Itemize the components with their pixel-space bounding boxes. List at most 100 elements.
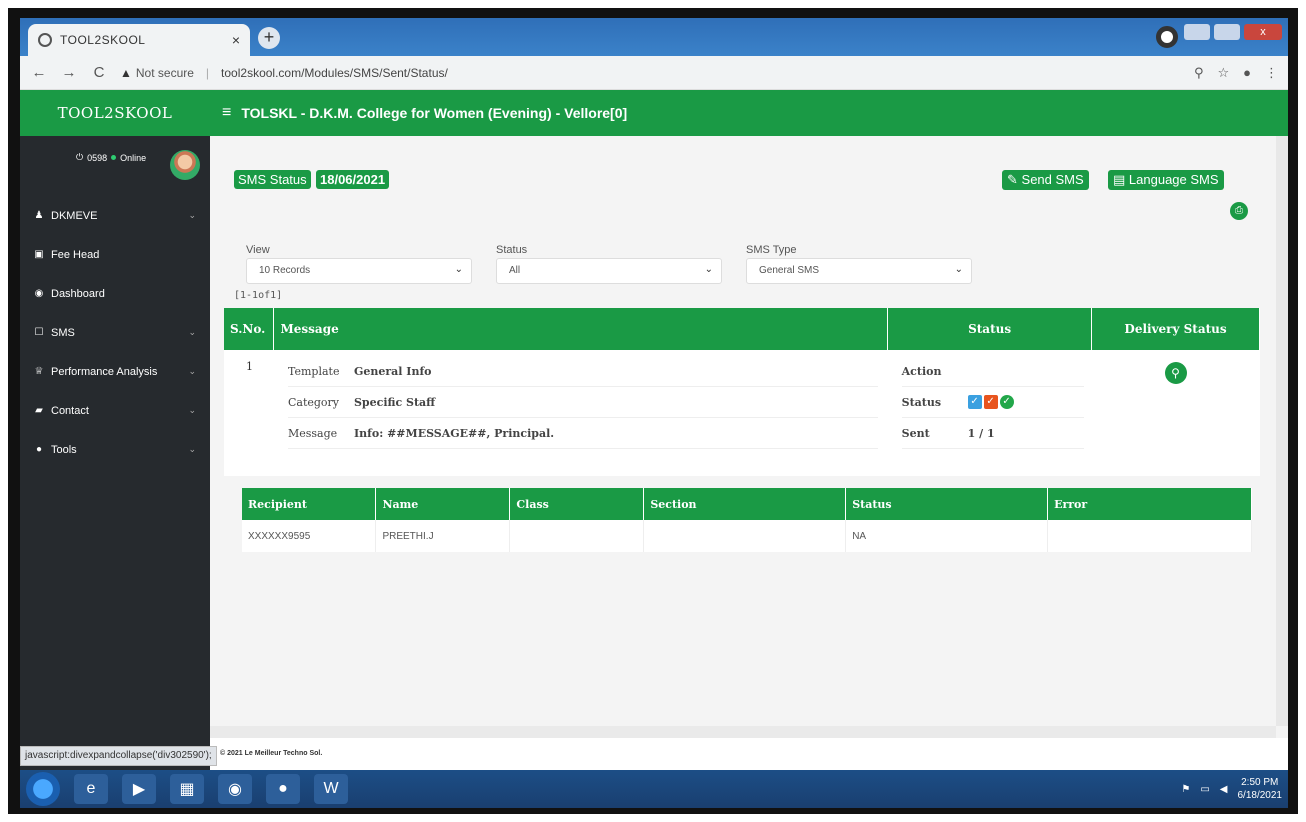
sms-icon: ☐	[34, 327, 44, 338]
chrome-icon[interactable]: ◉	[218, 774, 252, 804]
copyright-text: © 2021 Le Meilleur Techno Sol.	[220, 750, 323, 757]
clock-date: 6/18/2021	[1237, 790, 1283, 801]
sent-row: Sent 1 / 1	[901, 418, 1084, 449]
network-icon[interactable]: ▭	[1200, 784, 1209, 795]
cell-recipient: XXXXXX9595	[242, 520, 377, 552]
start-button[interactable]	[26, 772, 60, 806]
action-label: Action	[901, 364, 942, 378]
volume-icon[interactable]: ◀	[1220, 784, 1228, 795]
user-id: 0598	[87, 152, 108, 163]
tab-title: TOOL2SKOOL	[60, 33, 146, 47]
category-row: Category Specific Staff	[287, 387, 878, 418]
print-icon[interactable]: ⎙	[1230, 202, 1248, 220]
taskbar: e ▶ ▦ ◉ ● W ⚑ ▭ ◀ 2:50 PM 6/18/2021	[20, 770, 1288, 808]
sidebar-item-tools[interactable]: ● Tools ⌄	[20, 430, 210, 469]
sidebar-item-label: Contact	[51, 404, 89, 417]
check-icon[interactable]: ✓	[967, 395, 982, 409]
browser-tab[interactable]: TOOL2SKOOL ×	[28, 24, 250, 56]
sms-type-select[interactable]: General SMS ⌄	[746, 258, 972, 284]
status-select[interactable]: All ⌄	[496, 258, 722, 284]
media-player-icon[interactable]: ▶	[122, 774, 156, 804]
sidebar-item-label: Tools	[51, 443, 77, 456]
folder-icon[interactable]: ▦	[170, 774, 204, 804]
new-tab-button[interactable]: +	[258, 27, 280, 49]
address-bar-actions: ⚲ ☆ ● ⋮	[1194, 65, 1278, 81]
template-row: Template General Info	[287, 356, 878, 387]
horizontal-scrollbar[interactable]	[210, 726, 1276, 738]
sidebar-item-contact[interactable]: ▰ Contact ⌄	[20, 391, 210, 430]
minimize-button[interactable]	[1184, 24, 1210, 40]
forward-icon[interactable]: →	[60, 64, 78, 81]
zoom-icon[interactable]: ⚲	[1194, 65, 1204, 81]
security-indicator[interactable]: ▲ Not secure	[120, 66, 194, 80]
profile-icon[interactable]	[1156, 26, 1178, 48]
col-section: Section	[643, 488, 847, 520]
sidebar-item-sms[interactable]: ☐ SMS ⌄	[20, 313, 210, 352]
user-icon: ♟	[34, 210, 44, 221]
col-recipient-status: Status	[845, 488, 1049, 520]
sidebar-item-dashboard[interactable]: ◉ Dashboard	[20, 274, 210, 313]
ie-icon[interactable]: e	[74, 774, 108, 804]
back-icon[interactable]: ←	[30, 64, 48, 81]
menu-icon[interactable]: ⋮	[1265, 65, 1278, 81]
browser-tabbar: TOOL2SKOOL × + x	[20, 18, 1288, 56]
tab-close-icon[interactable]: ×	[232, 32, 240, 48]
category-label: Category	[287, 395, 340, 409]
status-link: javascript:divexpandcollapse('div302590'…	[20, 746, 217, 766]
search-icon[interactable]: ⚲	[1164, 362, 1187, 384]
template-value: General Info	[353, 364, 432, 378]
chevron-down-icon: ⌄	[454, 264, 463, 275]
system-tray: ⚑ ▭ ◀ 2:50 PM 6/18/2021	[1181, 776, 1282, 802]
sms-type-value: General SMS	[759, 265, 820, 276]
url-field[interactable]: tool2skool.com/Modules/SMS/Sent/Status/	[221, 66, 1182, 80]
language-sms-button[interactable]: ▤ Language SMS	[1108, 170, 1224, 190]
status-value: All	[509, 265, 521, 276]
col-status: Status	[887, 308, 1093, 350]
url-separator: |	[205, 65, 210, 80]
brand-logo[interactable]: TOOL2SKOOL	[20, 90, 210, 136]
check-circle-icon: ✓	[999, 395, 1014, 409]
cell-name: PREETHI.J	[375, 520, 511, 552]
reload-icon[interactable]: C	[90, 64, 108, 81]
edit-icon: ▣	[34, 249, 44, 260]
language-icon: ▤	[1113, 172, 1126, 187]
chevron-down-icon: ⌄	[188, 210, 196, 220]
action-row: Action	[901, 356, 1084, 387]
sidebar-item-label: Dashboard	[51, 287, 105, 300]
avatar[interactable]	[170, 150, 200, 180]
clock-time: 2:50 PM	[1241, 777, 1279, 788]
globe-icon	[38, 33, 52, 47]
view-label: View	[246, 244, 270, 256]
star-icon[interactable]: ☆	[1217, 65, 1229, 81]
clock[interactable]: 2:50 PM 6/18/2021	[1238, 776, 1283, 802]
status-row: Status ✓ ✓ ✓	[901, 387, 1084, 418]
view-select[interactable]: 10 Records ⌄	[246, 258, 472, 284]
firefox-icon[interactable]: ●	[266, 774, 300, 804]
sidebar-item-dkmeve[interactable]: ♟ DKMEVE ⌄	[20, 196, 210, 235]
maximize-button[interactable]	[1214, 24, 1240, 40]
flag-icon[interactable]: ⚑	[1181, 784, 1190, 795]
word-icon[interactable]: W	[314, 774, 348, 804]
check-icon[interactable]: ✓	[983, 395, 998, 409]
circle-icon: ●	[35, 444, 43, 455]
security-label: Not secure	[135, 65, 194, 80]
sidebar-item-performance-analysis[interactable]: ♕ Performance Analysis ⌄	[20, 352, 210, 391]
table-row: XXXXXX9595 PREETHI.J NA	[242, 520, 1252, 552]
sidebar-item-fee-head[interactable]: ▣ Fee Head	[20, 235, 210, 274]
date-badge: 18/06/2021	[316, 170, 390, 189]
chevron-down-icon: ⌄	[704, 264, 713, 275]
account-icon[interactable]: ●	[1243, 65, 1251, 81]
hamburger-icon[interactable]: ≡	[222, 104, 231, 122]
send-sms-button[interactable]: ✎ Send SMS	[1002, 170, 1089, 190]
row-delivery-status: ⚲	[1091, 350, 1260, 476]
template-label: Template	[287, 364, 340, 378]
vertical-scrollbar[interactable]	[1276, 136, 1288, 726]
user-block: ⏻ 0598 Online	[20, 136, 210, 196]
sidebar-item-label: Performance Analysis	[51, 365, 158, 378]
dashboard-icon: ◉	[34, 288, 44, 299]
footer: © 2021 Le Meilleur Techno Sol.	[210, 738, 1288, 770]
table-row: 1 Template General Info Category Specifi…	[224, 350, 1260, 476]
main-content: SMS Status 18/06/2021 ✎ Send SMS ▤ Langu…	[210, 136, 1288, 770]
sms-status-badge: SMS Status	[234, 170, 311, 189]
close-window-button[interactable]: x	[1244, 24, 1282, 40]
